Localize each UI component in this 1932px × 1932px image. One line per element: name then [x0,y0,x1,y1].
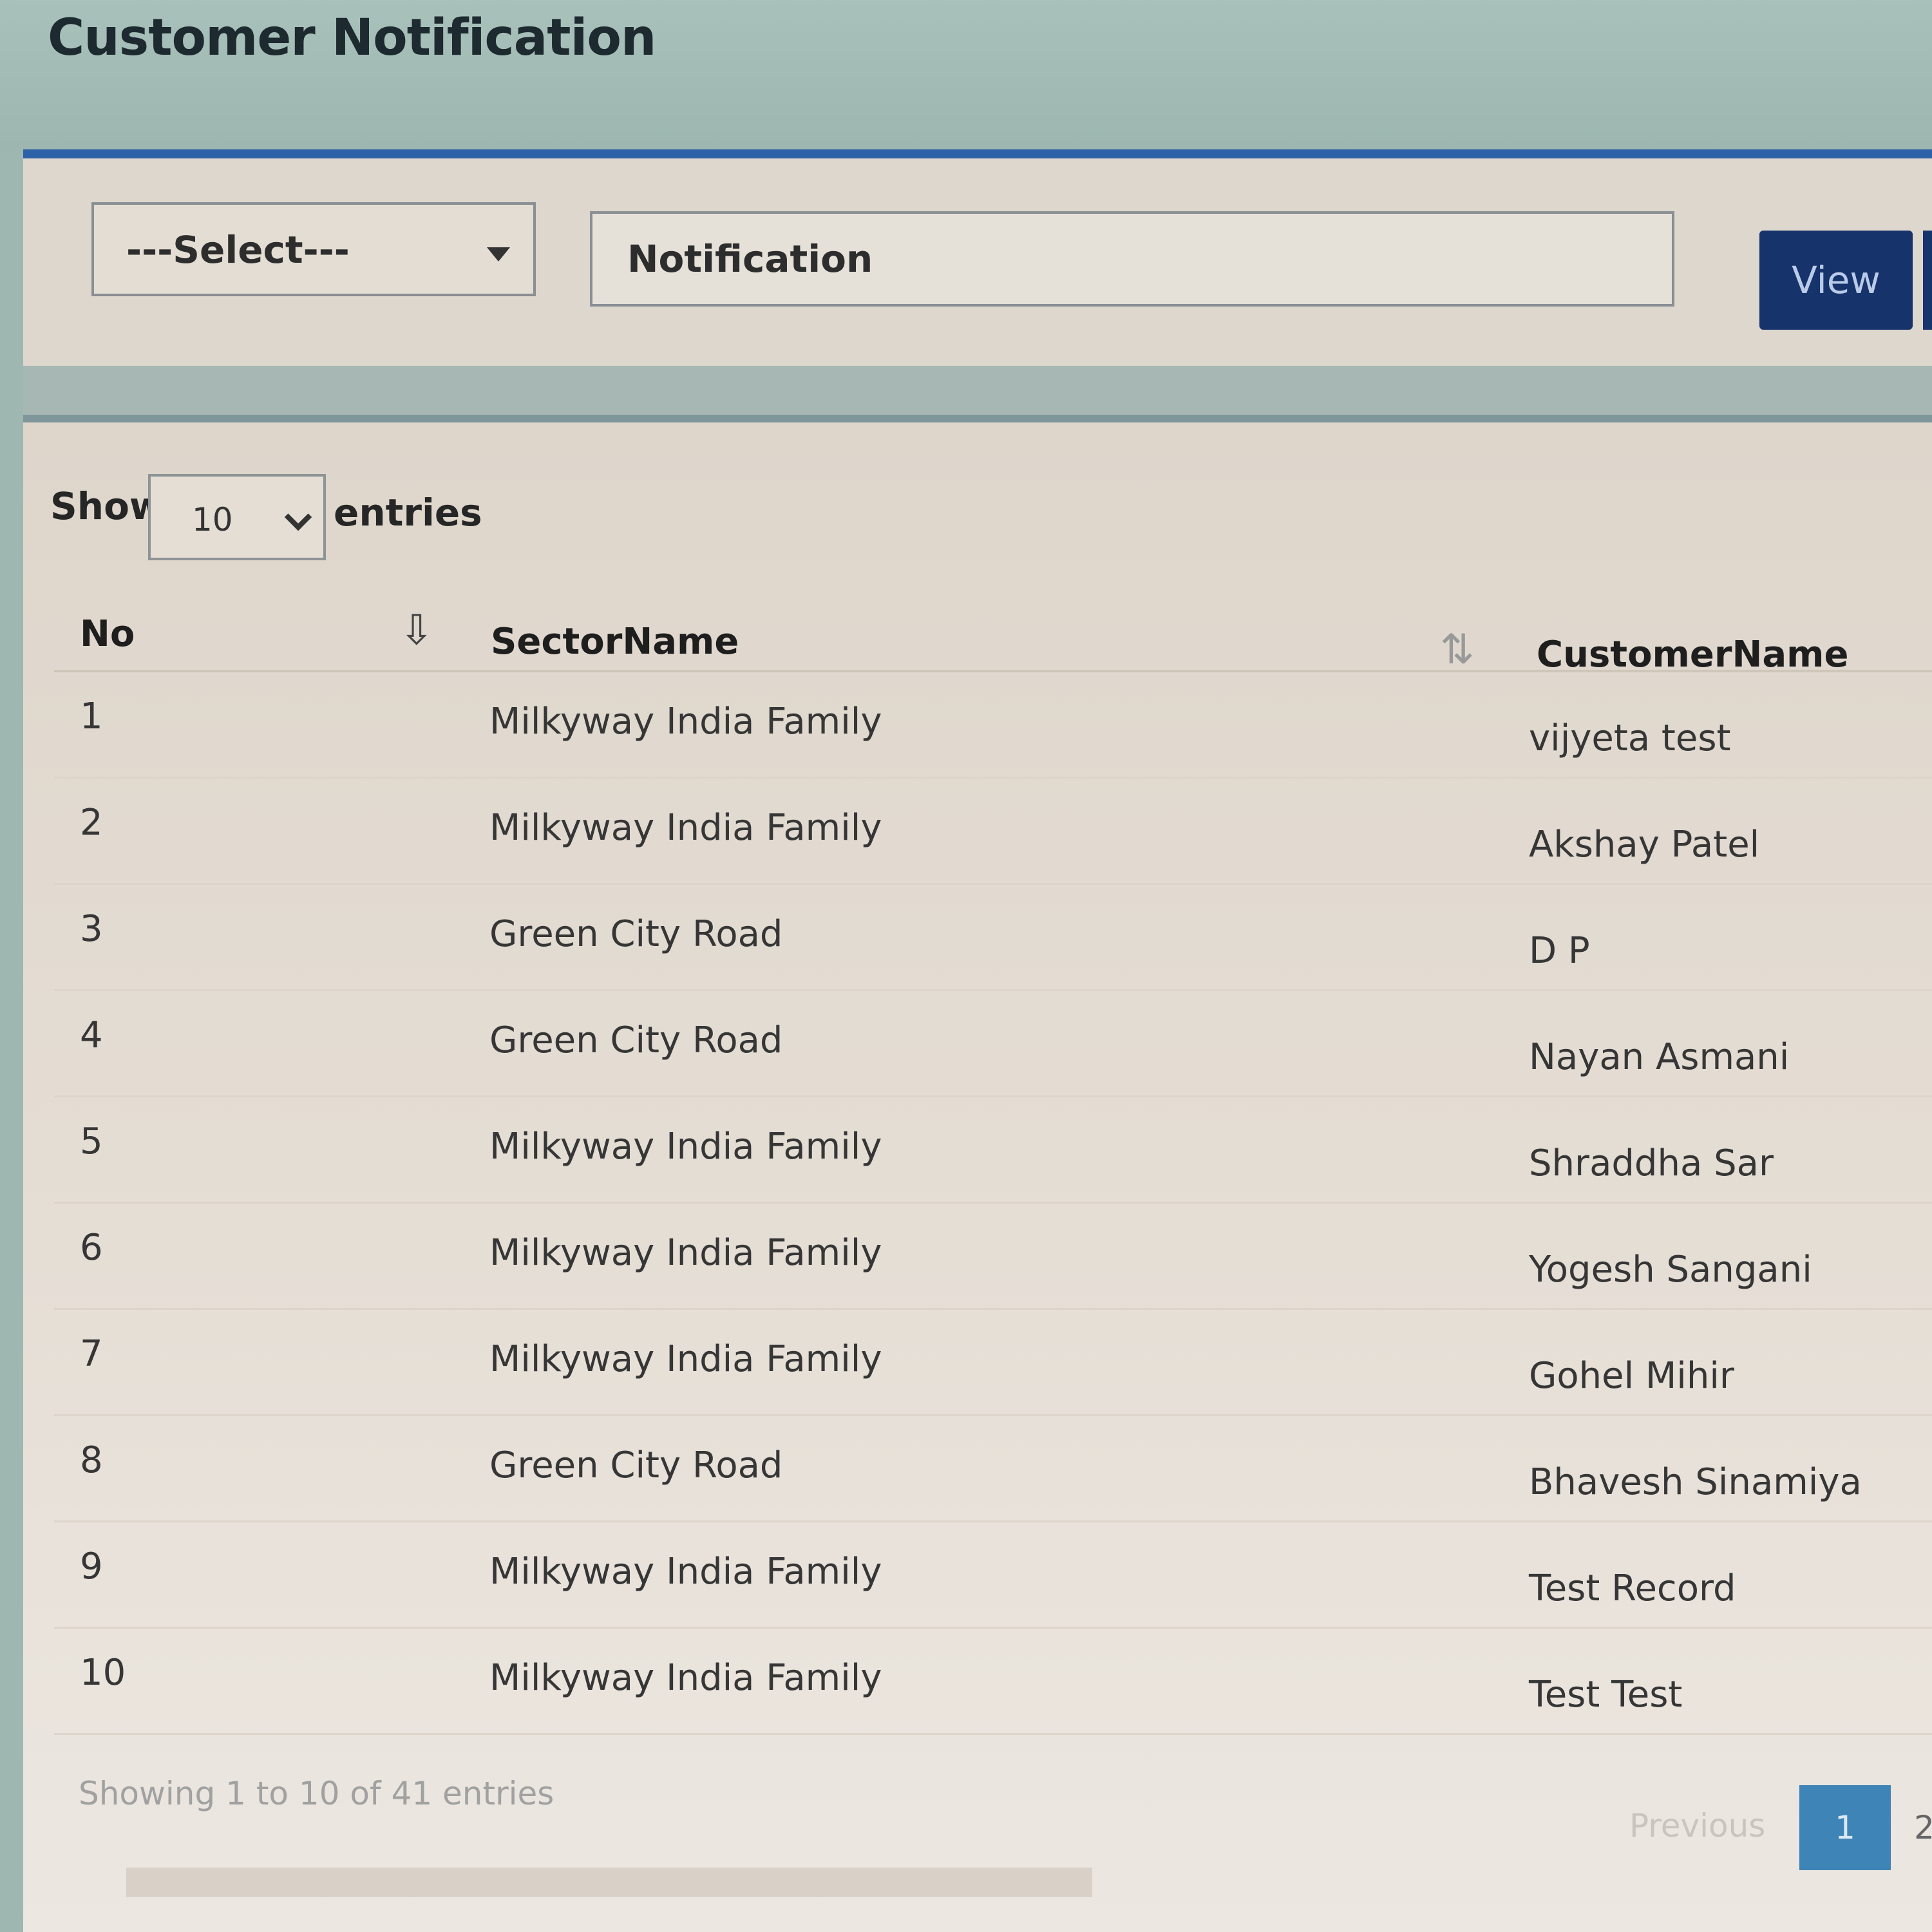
filter-panel: ---Select--- Notification View [23,149,1932,366]
column-header-customer[interactable]: CustomerName [1537,634,1848,676]
table-panel: Show 10 entries No ⇩ SectorName ⇅ Custom… [23,415,1932,1932]
sort-icon[interactable]: ⇅ [1440,626,1475,674]
table-row: 1 Milkyway India Family vijyeta test [54,672,1932,779]
cell-customer: Bhavesh Sinamiya [1529,1461,1862,1503]
sector-select-value: ---Select--- [126,228,350,272]
pagination-page-1[interactable]: 1 [1799,1785,1891,1870]
cell-no: 9 [80,1546,103,1587]
page-title: Customer Notification [48,9,656,67]
cell-sector: Milkyway India Family [489,701,882,743]
cell-no: 8 [80,1439,103,1481]
notification-input-value: Notification [627,237,873,281]
table-row: 7 Milkyway India Family Gohel Mihir [54,1310,1932,1416]
cell-sector: Green City Road [489,1444,783,1486]
column-header-no[interactable]: No [80,613,135,655]
table-row: 5 Milkyway India Family Shraddha Sar [54,1097,1932,1204]
pagination-page-2[interactable]: 2 [1899,1785,1932,1870]
cell-no: 5 [80,1121,103,1162]
table-row: 4 Green City Road Nayan Asmani [54,991,1932,1097]
caret-down-icon [487,247,510,261]
table-row: 10 Milkyway India Family Test Test [54,1629,1932,1735]
secondary-button[interactable] [1923,231,1932,330]
cell-no: 2 [80,802,103,844]
entries-label: entries [334,491,482,535]
cell-sector: Milkyway India Family [489,1657,882,1699]
cell-customer: Shraddha Sar [1529,1142,1774,1184]
notification-input[interactable]: Notification [590,211,1674,307]
cell-sector: Milkyway India Family [489,1126,882,1168]
entries-length-value: 10 [192,501,233,538]
sort-descending-icon[interactable]: ⇩ [399,607,434,654]
table-row: 6 Milkyway India Family Yogesh Sangani [54,1204,1932,1310]
table-row: 8 Green City Road Bhavesh Sinamiya [54,1416,1932,1522]
page-header: Customer Notification [0,0,1932,151]
cell-no: 10 [80,1652,126,1694]
table-row: 3 Green City Road D P [54,885,1932,991]
pagination-previous[interactable]: Previous [1629,1807,1765,1844]
cell-no: 6 [80,1227,103,1269]
cell-no: 7 [80,1333,103,1375]
cell-customer: Yogesh Sangani [1529,1249,1812,1291]
cell-customer: D P [1529,930,1590,972]
cell-no: 1 [80,696,103,737]
table-header: No ⇩ SectorName ⇅ CustomerName [54,581,1932,676]
show-label: Show [50,484,164,528]
cell-no: 3 [80,908,103,950]
view-button[interactable]: View [1759,231,1913,330]
panel-separator [23,366,1932,415]
column-header-sector[interactable]: SectorName [491,621,739,663]
cell-customer: vijyeta test [1529,717,1731,759]
cell-sector: Green City Road [489,1019,783,1061]
table-row: 9 Milkyway India Family Test Record [54,1522,1932,1629]
cell-customer: Gohel Mihir [1529,1355,1734,1397]
cell-sector: Milkyway India Family [489,1232,882,1274]
cell-sector: Milkyway India Family [489,1551,882,1593]
table-body: 1 Milkyway India Family vijyeta test 2 M… [54,672,1932,1735]
cell-customer: Akshay Patel [1529,824,1760,866]
cell-customer: Test Test [1529,1674,1683,1716]
cell-customer: Test Record [1529,1567,1736,1609]
cell-sector: Green City Road [489,913,783,955]
cell-no: 4 [80,1014,103,1056]
entries-length-select[interactable]: 10 [148,474,326,560]
cell-sector: Milkyway India Family [489,1338,882,1380]
table-info: Showing 1 to 10 of 41 entries [79,1775,554,1812]
cell-customer: Nayan Asmani [1529,1036,1790,1078]
chevron-down-icon [284,503,312,531]
horizontal-scrollbar[interactable] [126,1868,1092,1897]
sector-select[interactable]: ---Select--- [91,202,536,296]
table-row: 2 Milkyway India Family Akshay Patel [54,779,1932,885]
cell-sector: Milkyway India Family [489,807,882,849]
